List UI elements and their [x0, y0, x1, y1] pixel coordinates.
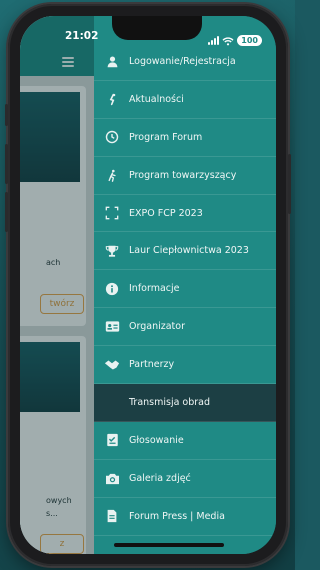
menu-item-info[interactable]: Informacje [94, 270, 276, 309]
power-button [288, 154, 291, 214]
runner-small-icon [104, 91, 120, 107]
phone-screen: ach twórz owych s... z Logowanie/Rejestr… [20, 16, 276, 554]
drawer-menu: Logowanie/Rejestracja Aktualności Progra… [94, 43, 276, 536]
menu-item-organizer[interactable]: Organizator [94, 308, 276, 347]
navigation-drawer: Logowanie/Rejestracja Aktualności Progra… [94, 16, 276, 554]
expand-corners-icon [104, 205, 120, 221]
walking-person-icon [104, 167, 120, 183]
menu-item-partners[interactable]: Partnerzy [94, 346, 276, 385]
menu-item-news[interactable]: Aktualności [94, 81, 276, 119]
menu-item-press[interactable]: Forum Press | Media [94, 498, 276, 536]
menu-item-laur[interactable]: Laur Ciepłownictwa 2023 [94, 232, 276, 271]
wifi-icon [222, 31, 234, 50]
menu-item-label: Galeria zdjęć [129, 472, 191, 484]
battery-icon: 100 [237, 35, 262, 46]
info-icon [104, 281, 120, 297]
menu-item-label: Program towarzyszący [129, 169, 237, 181]
menu-item-broadcast[interactable]: Transmisja obrad [94, 384, 276, 422]
drawer-scrim[interactable] [20, 16, 94, 554]
background-page[interactable]: ach twórz owych s... z [20, 16, 94, 554]
id-card-icon [104, 319, 120, 335]
menu-item-label: Program Forum [129, 131, 203, 143]
status-time: 21:02 [65, 30, 99, 42]
ballot-icon [104, 432, 120, 448]
menu-item-expo[interactable]: EXPO FCP 2023 [94, 195, 276, 233]
menu-item-label: Partnerzy [129, 359, 175, 371]
menu-item-label: EXPO FCP 2023 [129, 207, 203, 219]
menu-item-label: Aktualności [129, 93, 184, 105]
menu-item-label: Organizator [129, 321, 185, 333]
menu-item-label: Transmisja obrad [129, 396, 211, 408]
menu-item-voting[interactable]: Głosowanie [94, 422, 276, 460]
document-icon [104, 508, 120, 524]
menu-item-label: Głosowanie [129, 434, 184, 446]
menu-item-label: Forum Press | Media [129, 510, 225, 522]
signal-icon [208, 36, 220, 45]
menu-item-label: Informacje [129, 283, 180, 295]
handshake-icon [104, 357, 120, 373]
mute-switch [5, 104, 8, 126]
volume-up-button [5, 144, 8, 184]
phone-notch [112, 16, 202, 40]
home-indicator[interactable] [114, 543, 224, 547]
person-icon [104, 53, 120, 69]
phone-frame: ach twórz owych s... z Logowanie/Rejestr… [5, 4, 291, 566]
trophy-icon [104, 243, 120, 259]
status-icons: 100 [208, 31, 262, 50]
menu-item-gallery[interactable]: Galeria zdjęć [94, 460, 276, 498]
menu-item-side-program[interactable]: Program towarzyszący [94, 157, 276, 195]
menu-item-label: Logowanie/Rejestracja [129, 55, 236, 67]
clock-icon [104, 129, 120, 145]
camera-icon [104, 470, 120, 486]
menu-item-program-forum[interactable]: Program Forum [94, 119, 276, 157]
menu-item-label: Laur Ciepłownictwa 2023 [129, 245, 249, 257]
volume-down-button [5, 192, 8, 232]
